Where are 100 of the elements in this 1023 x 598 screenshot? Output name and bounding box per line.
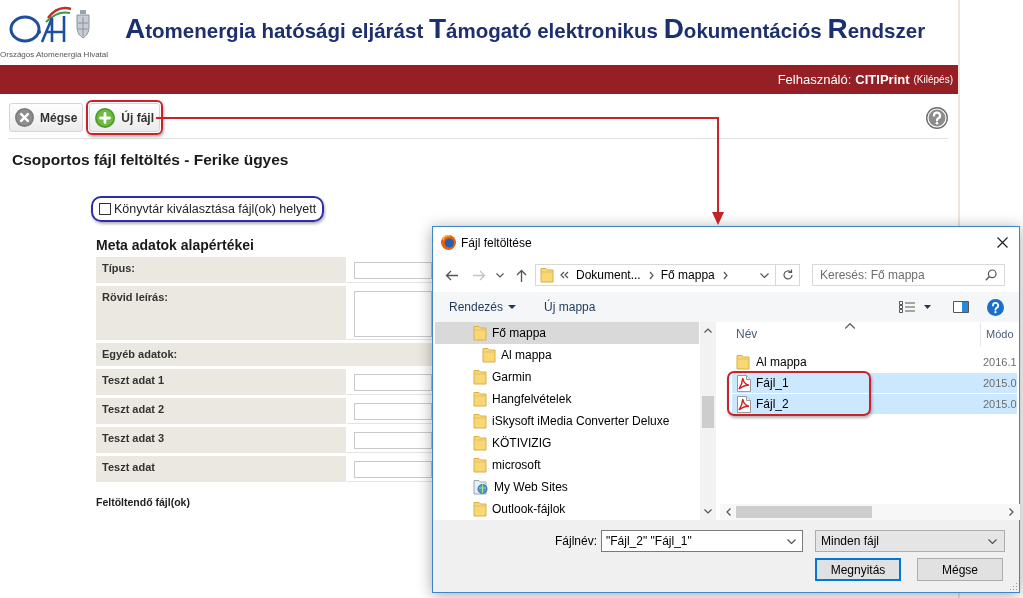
file-row[interactable]: Al mappa 2016.1 [732,352,1017,372]
pdf-file-icon [736,374,752,392]
chevron-down-icon [787,539,796,544]
folder-tree-item[interactable]: KÖTIVIZIG [435,432,699,454]
organize-menu-button[interactable]: Rendezés [449,298,517,316]
caret-down-icon [508,305,517,309]
add-file-button[interactable]: Új fájl [89,103,161,132]
folder-icon [473,369,487,385]
chevron-down-icon [988,538,997,544]
scrollbar-thumb[interactable] [702,396,714,428]
file-name: Fájl_2 [756,396,789,413]
new-folder-button[interactable]: Új mappa [544,298,596,316]
open-button[interactable]: Megnyitás [815,558,901,581]
textarea-field[interactable] [354,291,432,337]
scroll-up-icon [704,328,712,333]
file-type-dropdown[interactable]: Minden fájl [815,530,1005,552]
search-field[interactable]: Keresés: Fő mappa [812,264,1005,286]
search-icon [985,269,997,281]
file-row[interactable]: Fájl_1 2015.0 [732,373,1017,393]
field-label: Típus: [96,257,346,283]
scroll-left-icon [725,508,731,516]
details-view-icon [899,301,915,313]
double-chevron-left-icon [560,271,569,279]
scrollbar-thumb[interactable] [736,506,872,518]
folder-icon [540,267,554,283]
breadcrumb-item[interactable]: Dokument... [576,266,641,284]
file-date: 2015.0 [982,396,1017,412]
user-name: CITIPrint [855,70,910,89]
chevron-down-icon [759,272,769,278]
file-date: 2015.0 [982,375,1017,391]
upload-label: Feltöltendő fájl(ok) [96,496,190,508]
field-label: Teszt adat 3 [96,427,346,453]
help-icon[interactable] [926,106,948,129]
logo-caption: Országos Atomenergia Hivatal [0,50,109,60]
arrow-left-icon [444,269,458,281]
folder-tree-item[interactable]: Garmin [435,366,699,388]
folder-icon [473,501,487,517]
column-header[interactable]: Név [716,322,980,346]
pdf-file-icon [736,395,752,413]
folder-icon [482,347,496,363]
folder-icon [473,391,487,407]
checkbox[interactable] [99,203,111,215]
field-label: Teszt adat 1 [96,369,346,395]
field-label: Teszt adat [96,456,346,482]
app-icon [441,235,456,250]
filename-label: Fájlnév: [553,533,597,550]
filename-field[interactable]: "Fájl_2" "Fájl_1" [601,530,803,552]
page-heading: Csoportos fájl feltöltés - Ferike ügyes [12,151,289,169]
folder-icon [473,457,487,473]
scroll-down-icon [704,509,712,514]
text-field[interactable] [354,461,432,478]
user-label: Felhasználó: [777,70,852,89]
help-button[interactable] [987,298,1004,316]
plus-circle-icon [95,107,116,128]
x-circle-icon [15,108,34,127]
checkbox-label: Könyvtár kiválasztása fájl(ok) helyett [114,200,317,218]
section-label: Egyéb adatok: [96,343,432,366]
file-row[interactable]: Fájl_2 2015.0 [732,394,1017,414]
cancel-button[interactable]: Mégse [9,103,84,132]
text-field[interactable] [354,374,432,391]
scroll-right-icon [1009,508,1015,516]
breadcrumb-item[interactable]: Fő mappa [660,266,715,284]
resize-grip-icon [1009,582,1018,591]
sort-caret-icon [844,323,856,329]
chevron-down-icon [496,272,504,278]
help-icon [987,298,1004,316]
app-title: Atomenergia hatósági eljárást Támogató elektronikus Dokumentációs Rendszer [125,12,926,46]
view-options-button[interactable] [899,301,931,313]
web-folder-icon [473,479,489,495]
folder-tree-item[interactable]: iSkysoft iMedia Converter Deluxe [435,410,699,432]
cancel-button[interactable]: Mégse [917,558,1003,581]
field-label: Teszt adat 2 [96,398,346,424]
file-name: Al mappa [756,354,807,371]
text-field[interactable] [354,403,432,420]
arrow-right-icon [472,269,486,281]
arrow-up-icon [515,268,527,282]
file-name: Fájl_1 [756,375,789,392]
text-field[interactable] [354,432,432,449]
field-label: Rövid leírás: [96,286,346,340]
folder-icon [473,325,487,341]
folder-tree-item[interactable]: Hangfelvételek [435,388,699,410]
folder-tree-item[interactable]: Al mappa [435,344,699,366]
text-field[interactable] [354,262,432,279]
preview-pane-button[interactable] [953,301,969,313]
folder-icon [473,413,487,429]
file-date: 2016.1 [982,354,1017,370]
crest-icon [75,9,91,39]
dialog-title: Fájl feltöltése [461,234,532,252]
folder-tree-item[interactable]: My Web Sites [435,476,699,498]
logout-link[interactable]: (Kilépés) [913,72,953,87]
preview-pane-icon [953,301,969,313]
column-header[interactable]: Módo [981,322,1016,346]
chevron-right-icon [722,270,728,280]
caret-down-icon [924,305,931,309]
chevron-right-icon [648,270,654,280]
section-heading: Meta adatok alapértékei [96,236,254,254]
folder-tree-item[interactable]: Outlook-fájlok [435,498,699,520]
logo-icon [8,6,72,44]
folder-tree-item[interactable]: Fő mappa [435,322,699,344]
folder-tree-item[interactable]: microsoft [435,454,699,476]
